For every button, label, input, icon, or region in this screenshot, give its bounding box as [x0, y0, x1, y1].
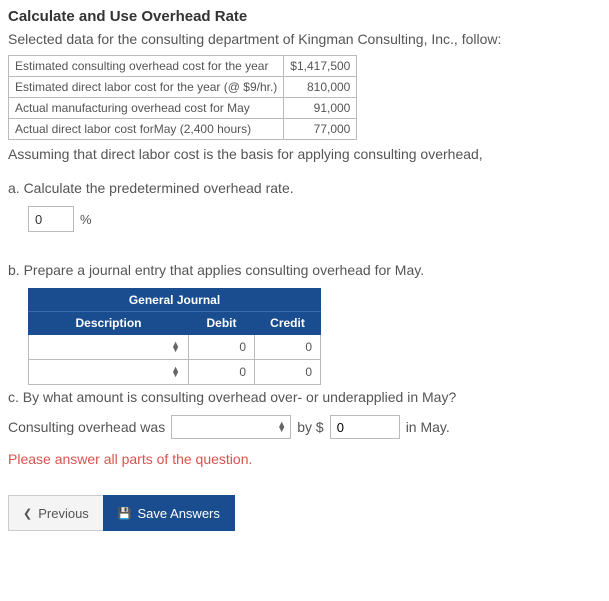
updown-icon: ▲▼: [171, 342, 180, 352]
description-select[interactable]: ▲▼: [33, 362, 184, 382]
debit-cell[interactable]: 0: [189, 360, 255, 385]
description-select[interactable]: ▲▼: [33, 337, 184, 357]
chevron-left-icon: ❮: [23, 507, 32, 520]
journal-title: General Journal: [29, 289, 321, 312]
part-c-prefix: Consulting overhead was: [8, 419, 165, 435]
col-header-description: Description: [29, 312, 189, 335]
save-icon: 💾: [118, 507, 132, 520]
updown-icon: ▲▼: [277, 422, 286, 432]
col-header-debit: Debit: [189, 312, 255, 335]
previous-button[interactable]: ❮ Previous: [8, 495, 103, 531]
table-row: Estimated direct labor cost for the year…: [9, 77, 357, 98]
credit-cell[interactable]: 0: [255, 335, 321, 360]
overhead-rate-input[interactable]: [28, 206, 74, 232]
data-value: $1,417,500: [284, 56, 357, 77]
page-title: Calculate and Use Overhead Rate: [8, 8, 601, 25]
data-label: Actual direct labor cost forMay (2,400 h…: [9, 119, 284, 140]
debit-cell[interactable]: 0: [189, 335, 255, 360]
data-value: 810,000: [284, 77, 357, 98]
data-label: Actual manufacturing overhead cost for M…: [9, 98, 284, 119]
save-label: Save Answers: [138, 506, 220, 521]
table-row: Actual direct labor cost forMay (2,400 h…: [9, 119, 357, 140]
data-table: Estimated consulting overhead cost for t…: [8, 55, 357, 140]
table-row: Estimated consulting overhead cost for t…: [9, 56, 357, 77]
over-under-select[interactable]: ▲▼: [171, 415, 291, 439]
part-c-suffix: in May.: [406, 419, 450, 435]
data-label: Estimated direct labor cost for the year…: [9, 77, 284, 98]
by-dollar-text: by $: [297, 419, 323, 435]
error-message: Please answer all parts of the question.: [8, 451, 601, 467]
journal-table: General Journal Description Debit Credit…: [28, 288, 321, 385]
data-value: 91,000: [284, 98, 357, 119]
data-value: 77,000: [284, 119, 357, 140]
percent-unit: %: [80, 212, 92, 227]
previous-label: Previous: [38, 506, 89, 521]
table-row: Actual manufacturing overhead cost for M…: [9, 98, 357, 119]
journal-row: ▲▼ 0 0: [29, 335, 321, 360]
credit-cell[interactable]: 0: [255, 360, 321, 385]
amount-input[interactable]: [330, 415, 400, 439]
assumption-text: Assuming that direct labor cost is the b…: [8, 146, 601, 162]
updown-icon: ▲▼: [171, 367, 180, 377]
part-a-label: a. Calculate the predetermined overhead …: [8, 180, 601, 196]
save-answers-button[interactable]: 💾 Save Answers: [103, 495, 235, 531]
data-label: Estimated consulting overhead cost for t…: [9, 56, 284, 77]
part-b-label: b. Prepare a journal entry that applies …: [8, 262, 601, 278]
part-c-label: c. By what amount is consulting overhead…: [8, 389, 601, 405]
intro-text: Selected data for the consulting departm…: [8, 31, 601, 47]
col-header-credit: Credit: [255, 312, 321, 335]
journal-row: ▲▼ 0 0: [29, 360, 321, 385]
